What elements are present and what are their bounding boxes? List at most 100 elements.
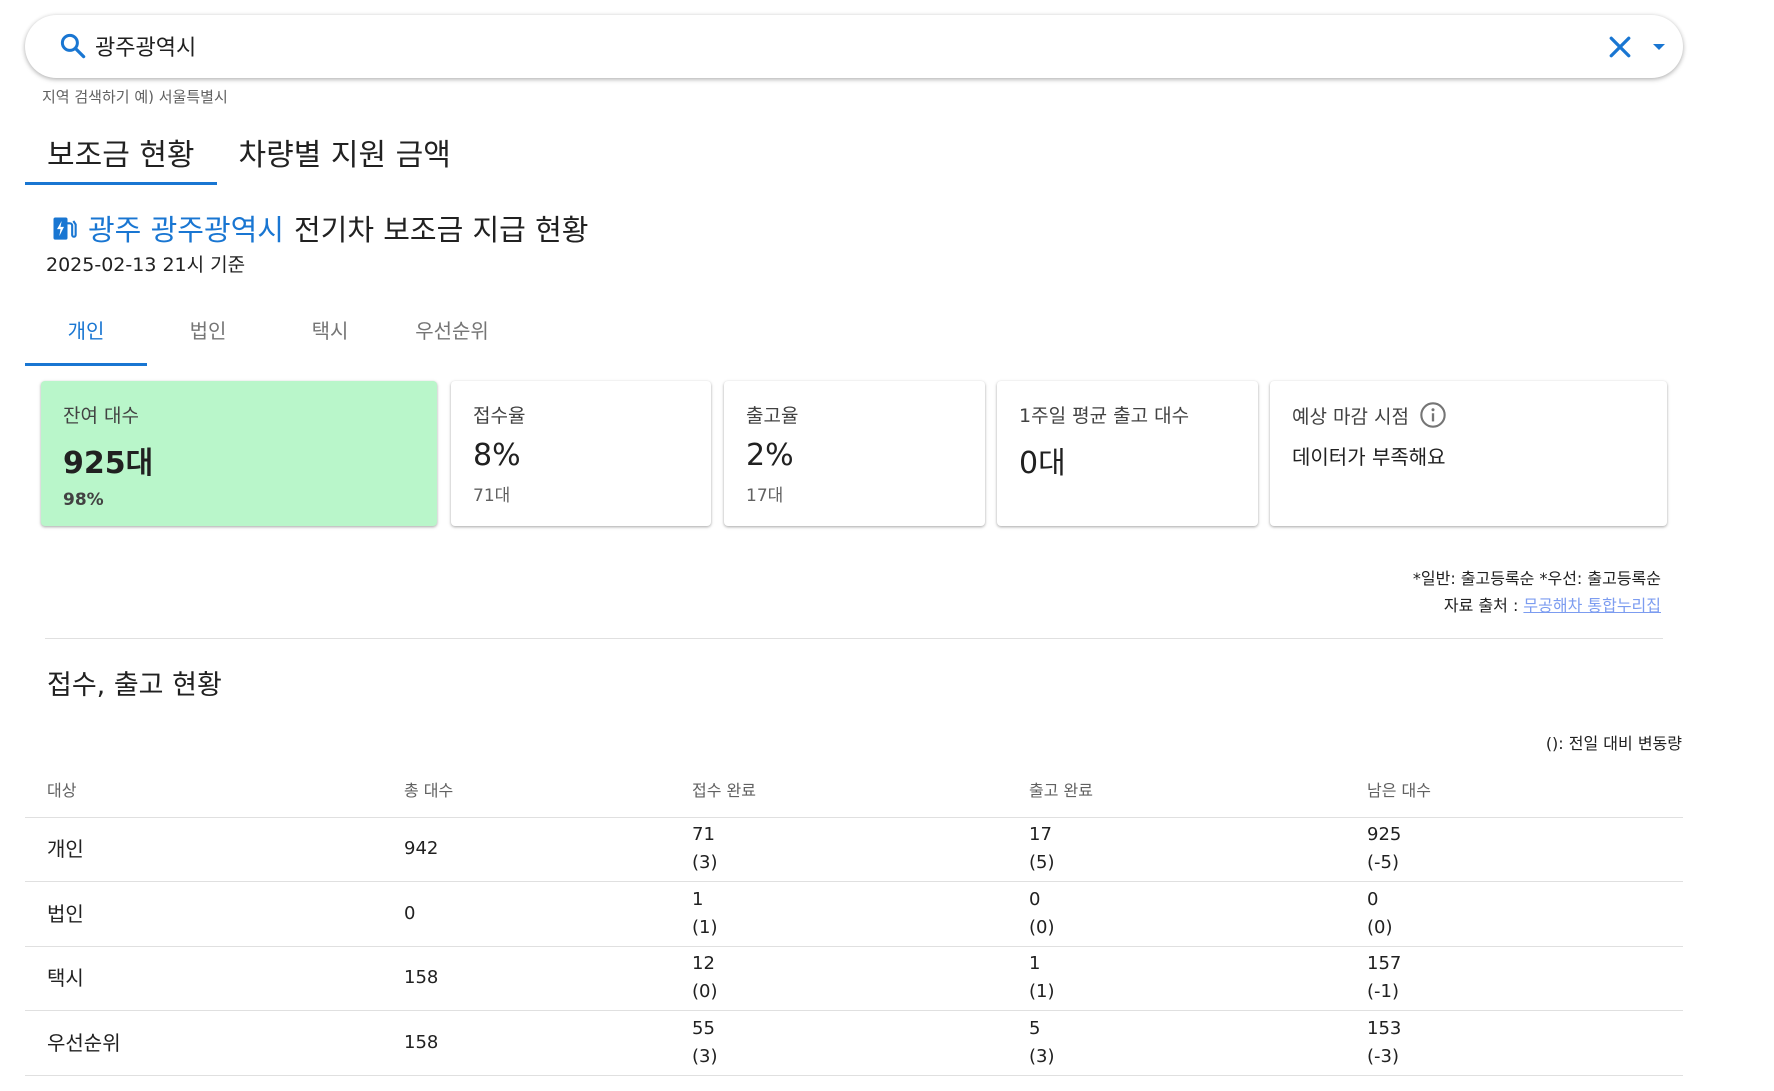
remaining-count: 0 (1367, 888, 1379, 910)
release-rate-card: 출고율 2% 17대 (724, 381, 985, 526)
accepted-count: 55 (692, 1017, 715, 1039)
tab-subsidy-status[interactable]: 보조금 현황 (25, 118, 217, 185)
region-search-bar[interactable] (25, 15, 1683, 78)
tab-individual[interactable]: 개인 (25, 312, 147, 366)
main-tabs: 보조금 현황 차량별 지원 금액 (25, 118, 473, 185)
card-sub: 17대 (746, 486, 784, 506)
remaining-cell: 925 (-5) (1345, 817, 1683, 882)
total-count: 158 (382, 1010, 670, 1076)
column-header: 남은 대수 (1345, 762, 1683, 818)
card-value: 925대 (63, 446, 154, 481)
info-icon[interactable] (1419, 401, 1447, 429)
acceptance-rate-card: 접수율 8% 71대 (451, 381, 711, 526)
accepted-cell: 71 (3) (670, 817, 1007, 882)
row-name: 법인 (25, 881, 382, 947)
column-header: 접수 완료 (670, 762, 1007, 818)
table-header-row: 대상 총 대수 접수 완료 출고 완료 남은 대수 (25, 762, 1683, 818)
accepted-delta: (3) (692, 1045, 718, 1067)
page-title: 광주 광주광역시 전기차 보조금 지급 현황 (50, 207, 588, 249)
release-order-note: *일반: 출고등록순 *우선: 출고등록순 (1412, 569, 1661, 588)
arrow-drop-down-icon[interactable] (1645, 35, 1673, 59)
row-name: 개인 (25, 817, 382, 882)
released-delta: (0) (1029, 916, 1055, 938)
released-cell: 5 (3) (1007, 1010, 1345, 1076)
close-icon[interactable] (1605, 32, 1635, 62)
total-count: 942 (382, 817, 670, 882)
section-title: 접수, 출고 현황 (47, 670, 222, 701)
total-count: 158 (382, 946, 670, 1011)
card-message: 데이터가 부족해요 (1292, 445, 1446, 469)
accepted-count: 12 (692, 953, 715, 975)
remaining-count: 157 (1367, 953, 1402, 975)
accepted-cell: 55 (3) (670, 1010, 1007, 1076)
card-label-row: 예상 마감 시점 (1292, 401, 1645, 429)
weekly-average-card: 1주일 평균 출고 대수 0대 (997, 381, 1258, 526)
page: 지역 검색하기 예) 서울특별시 보조금 현황 차량별 지원 금액 광주 광주광… (0, 0, 1774, 1091)
remaining-count: 153 (1367, 1017, 1402, 1039)
released-count: 5 (1029, 1017, 1041, 1039)
region-link[interactable]: 광주 광주광역시 (88, 207, 284, 249)
expected-close-card: 예상 마감 시점 데이터가 부족해요 (1270, 381, 1667, 526)
remaining-delta: (-3) (1367, 1045, 1399, 1067)
remaining-cell: 153 (-3) (1345, 1010, 1683, 1076)
card-sub: 71대 (473, 486, 511, 506)
card-value: 2% (746, 438, 794, 473)
card-label: 출고율 (746, 405, 799, 427)
table-row: 택시 158 12 (0) 1 (1) 157 (-1) (25, 946, 1683, 1011)
source-note: 자료 출처 : 무공해차 통합누리집 (1413, 592, 1661, 619)
total-count: 0 (382, 881, 670, 947)
tab-taxi[interactable]: 택시 (269, 312, 391, 366)
accepted-delta: (0) (692, 981, 718, 1003)
card-value: 8% (473, 438, 521, 473)
source-link[interactable]: 무공해차 통합누리집 (1523, 596, 1661, 615)
accepted-delta: (3) (692, 852, 718, 874)
accepted-cell: 12 (0) (670, 946, 1007, 1011)
remaining-delta: (-5) (1367, 852, 1399, 874)
released-cell: 1 (1) (1007, 946, 1345, 1011)
remaining-cell: 0 (0) (1345, 881, 1683, 947)
released-delta: (5) (1029, 852, 1055, 874)
remaining-delta: (-1) (1367, 981, 1399, 1003)
source-prefix: 자료 출처 : (1443, 596, 1524, 615)
column-header: 대상 (25, 762, 382, 818)
card-value: 0대 (1019, 446, 1066, 481)
card-sub: 98% (63, 490, 104, 510)
delta-legend: (): 전일 대비 변동량 (1545, 734, 1682, 753)
region-search-input[interactable] (95, 27, 1545, 65)
table-row: 법인 0 1 (1) 0 (0) 0 (0) (25, 881, 1683, 947)
title-text: 전기차 보조금 지급 현황 (293, 213, 589, 247)
released-delta: (1) (1029, 981, 1055, 1003)
search-helper-text: 지역 검색하기 예) 서울특별시 (42, 88, 228, 106)
notes: *일반: 출고등록순 *우선: 출고등록순 자료 출처 : 무공해차 통합누리집 (1413, 565, 1661, 619)
divider (45, 638, 1663, 639)
row-name: 택시 (25, 946, 382, 1011)
remaining-count-card: 잔여 대수 925대 98% (41, 381, 437, 526)
tab-priority[interactable]: 우선순위 (391, 312, 513, 366)
card-label: 예상 마감 시점 (1292, 405, 1409, 428)
as-of-timestamp: 2025-02-13 21시 기준 (46, 254, 246, 276)
remaining-cell: 157 (-1) (1345, 946, 1683, 1011)
table-row: 개인 942 71 (3) 17 (5) 925 (-5) (25, 817, 1683, 882)
accepted-count: 71 (692, 824, 715, 846)
released-count: 1 (1029, 953, 1041, 975)
accepted-delta: (1) (692, 916, 718, 938)
category-tabs: 개인 법인 택시 우선순위 (25, 312, 513, 366)
released-cell: 0 (0) (1007, 881, 1345, 947)
tab-corporate[interactable]: 법인 (147, 312, 269, 366)
accepted-count: 1 (692, 888, 704, 910)
card-label: 잔여 대수 (63, 405, 139, 427)
card-label: 1주일 평균 출고 대수 (1019, 405, 1190, 427)
ev-station-icon (53, 217, 77, 240)
released-delta: (3) (1029, 1045, 1055, 1067)
search-icon (60, 33, 86, 59)
tab-vehicle-support-amount[interactable]: 차량별 지원 금액 (217, 118, 473, 184)
released-cell: 17 (5) (1007, 817, 1345, 882)
released-count: 0 (1029, 888, 1041, 910)
status-table: 대상 총 대수 접수 완료 출고 완료 남은 대수 개인 942 71 (3) 1… (25, 762, 1683, 1076)
column-header: 총 대수 (382, 762, 670, 818)
remaining-delta: (0) (1367, 916, 1393, 938)
released-count: 17 (1029, 824, 1052, 846)
accepted-cell: 1 (1) (670, 881, 1007, 947)
column-header: 출고 완료 (1007, 762, 1345, 818)
card-label: 접수율 (473, 405, 526, 427)
